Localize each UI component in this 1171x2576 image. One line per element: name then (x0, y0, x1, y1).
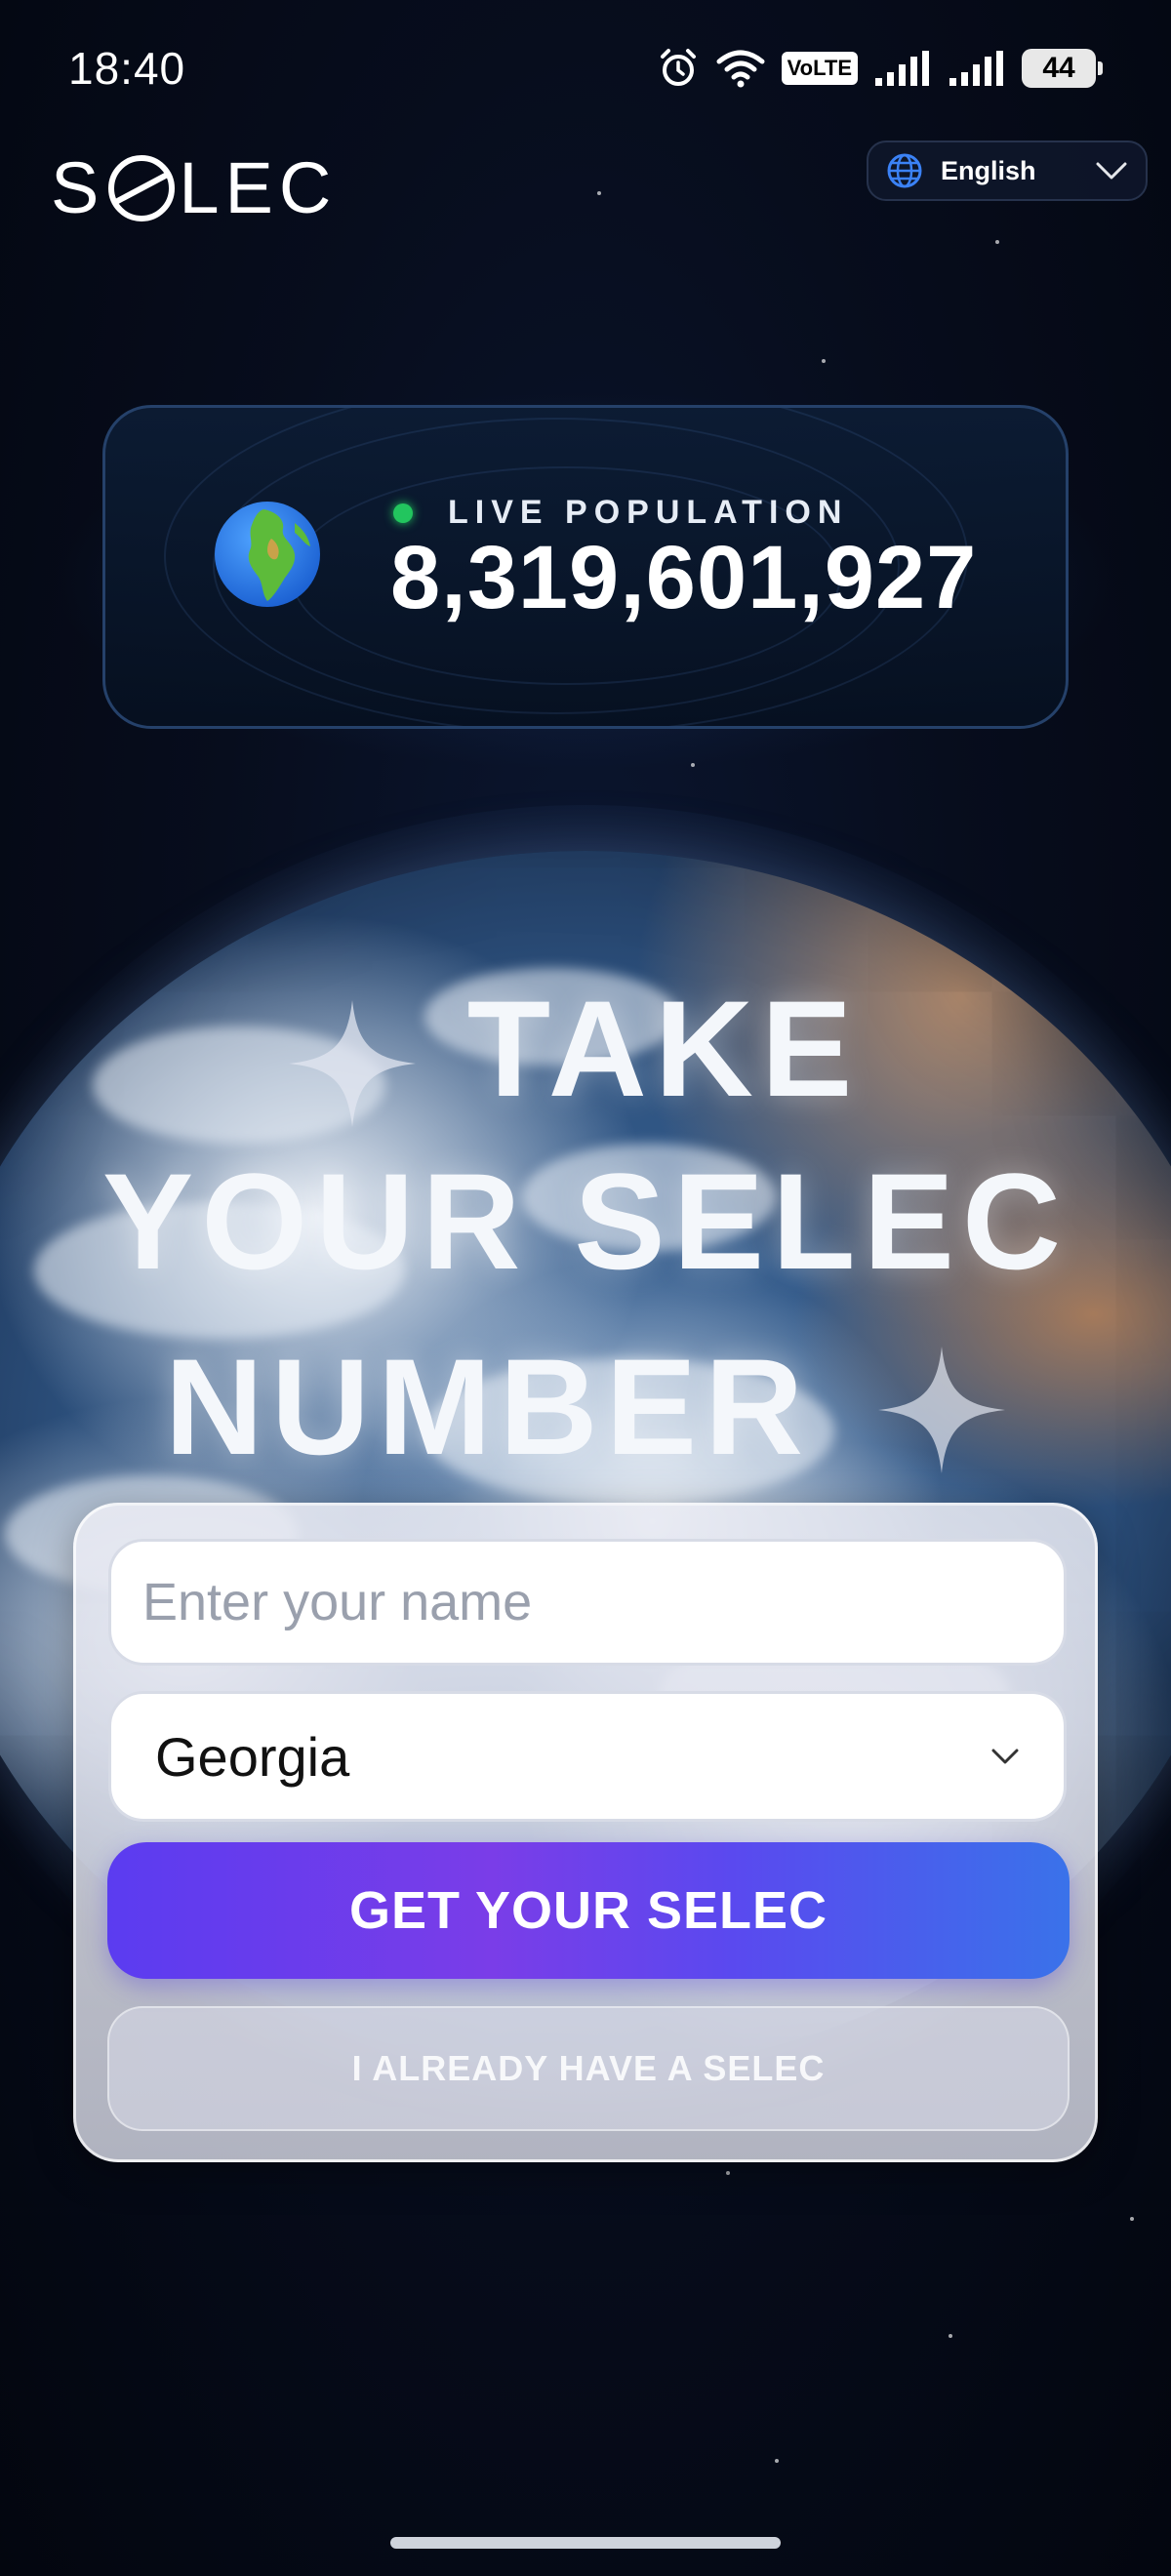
get-selec-button[interactable]: GET YOUR SELEC (107, 1842, 1070, 1979)
population-card: LIVE POPULATION 8,319,601,927 (102, 405, 1069, 729)
app-screen: 18:40 VoLTE 44 S LEC English LIVE POPULA… (0, 0, 1171, 2576)
chevron-down-icon (1096, 162, 1127, 180)
wifi-icon (716, 50, 765, 88)
chevron-down-icon (991, 1749, 1019, 1764)
signal-icon (949, 51, 1003, 86)
star (949, 2334, 952, 2338)
star (1130, 2217, 1134, 2221)
volte-badge: VoLTE (781, 52, 858, 85)
headline-line-2: YOUR SELEC (101, 1145, 1070, 1298)
star (995, 240, 999, 244)
sparkle-icon (878, 1347, 1005, 1473)
language-label: English (941, 155, 1036, 185)
already-have-selec-button[interactable]: I ALREADY HAVE A SELEC (107, 2006, 1070, 2131)
live-dot (393, 503, 413, 523)
star (775, 2459, 779, 2463)
globe-icon (887, 153, 922, 188)
alarm-icon (660, 49, 696, 86)
star (726, 2171, 730, 2175)
star (822, 359, 826, 363)
star (597, 191, 601, 195)
signal-icon (875, 51, 929, 86)
status-icons: VoLTE 44 (657, 47, 1103, 90)
language-selector[interactable]: English (867, 141, 1148, 201)
earth-icon (215, 502, 320, 607)
country-select[interactable]: Georgia (108, 1691, 1067, 1822)
headline-line-1: TAKE (466, 972, 861, 1125)
battery-icon: 44 (1022, 49, 1103, 88)
country-value: Georgia (155, 1725, 350, 1788)
signup-form: Georgia GET YOUR SELEC I ALREADY HAVE A … (73, 1503, 1098, 2162)
population-count: 8,319,601,927 (390, 528, 978, 627)
home-indicator[interactable] (390, 2537, 781, 2549)
status-bar: 18:40 VoLTE 44 (0, 0, 1171, 137)
app-logo: S LEC (51, 147, 338, 228)
battery-level: 44 (1022, 49, 1096, 88)
name-input[interactable] (108, 1539, 1067, 1666)
sparkle-icon (289, 1000, 416, 1127)
status-time: 18:40 (68, 43, 186, 94)
